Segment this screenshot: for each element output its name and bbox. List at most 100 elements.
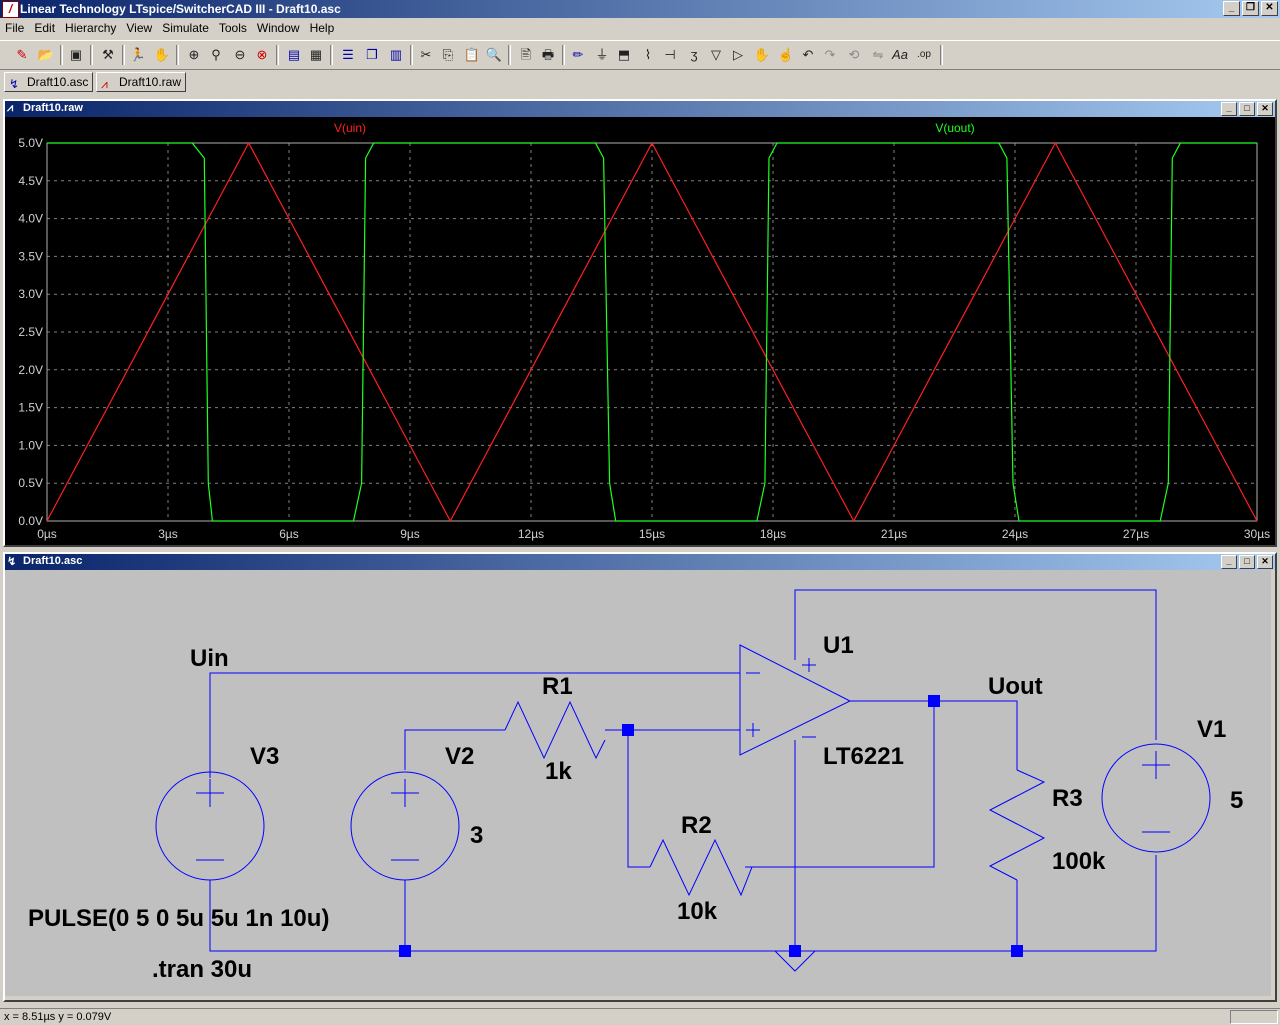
x-tick-label: 0µs bbox=[37, 527, 57, 541]
tab-schematic[interactable]: ↯ Draft10.asc bbox=[4, 72, 94, 92]
net-label-uin[interactable]: Uin bbox=[190, 645, 229, 672]
label-r3[interactable]: R3 bbox=[1052, 785, 1083, 812]
autorange-icon[interactable]: ▤ bbox=[284, 45, 304, 65]
open-folder-icon[interactable]: 📂 bbox=[36, 45, 56, 65]
redo-icon[interactable]: ↷ bbox=[820, 45, 840, 65]
x-tick-label: 9µs bbox=[400, 527, 420, 541]
ground-icon[interactable]: ⏚ bbox=[592, 45, 612, 65]
y-tick-label: 1.0V bbox=[18, 438, 43, 452]
value-u1[interactable]: LT6221 bbox=[823, 743, 904, 770]
inductor-icon[interactable]: ʒ bbox=[684, 45, 704, 65]
save-icon[interactable]: ▣ bbox=[66, 45, 86, 65]
spice-directive-icon[interactable]: .op bbox=[914, 45, 934, 65]
value-v3-pulse[interactable]: PULSE(0 5 0 5u 5u 1n 10u) bbox=[28, 905, 329, 932]
y-tick-label: 2.0V bbox=[18, 363, 43, 377]
value-r1[interactable]: 1k bbox=[545, 758, 572, 785]
label-v1[interactable]: V1 bbox=[1197, 716, 1226, 743]
capacitor-icon[interactable]: ⊣ bbox=[660, 45, 680, 65]
status-bar: x = 8.51µs y = 0.079V bbox=[0, 1008, 1280, 1025]
undo-icon[interactable]: ↶ bbox=[798, 45, 818, 65]
restore-button[interactable]: ❐ bbox=[1242, 1, 1259, 16]
value-r3[interactable]: 100k bbox=[1052, 848, 1106, 875]
label-v3[interactable]: V3 bbox=[250, 743, 279, 770]
tab-label: Draft10.raw bbox=[119, 75, 182, 89]
value-v1[interactable]: 5 bbox=[1230, 787, 1243, 814]
y-tick-label: 4.5V bbox=[18, 174, 43, 188]
menu-window[interactable]: Window bbox=[252, 20, 305, 36]
zoom-out-icon[interactable]: ⊖ bbox=[230, 45, 250, 65]
schematic-close-button[interactable]: ✕ bbox=[1257, 555, 1273, 569]
schematic-maximize-button[interactable]: □ bbox=[1239, 555, 1255, 569]
component-icon[interactable]: ▷ bbox=[728, 45, 748, 65]
net-label-uout[interactable]: Uout bbox=[988, 673, 1043, 700]
legend-series-vuout[interactable]: V(uout) bbox=[935, 121, 974, 135]
value-r2[interactable]: 10k bbox=[677, 898, 718, 925]
zoom-in-icon[interactable]: ⊕ bbox=[184, 45, 204, 65]
close-button[interactable]: ✕ bbox=[1261, 1, 1278, 16]
menu-view[interactable]: View bbox=[121, 20, 157, 36]
label-v2[interactable]: V2 bbox=[445, 743, 474, 770]
zoom-cancel-icon[interactable]: ⊗ bbox=[252, 45, 272, 65]
schematic-window: ↯ Draft10.asc _ □ ✕ Uin Uout V3 V2 3 R1 … bbox=[3, 552, 1277, 1002]
tile-vertical-icon[interactable]: ▥ bbox=[386, 45, 406, 65]
pan-hand-icon[interactable]: ✋ bbox=[152, 45, 172, 65]
rotate-icon[interactable]: ⟲ bbox=[844, 45, 864, 65]
menu-file[interactable]: File bbox=[0, 20, 29, 36]
plot-close-button[interactable]: ✕ bbox=[1257, 102, 1273, 116]
diode-icon[interactable]: ▽ bbox=[706, 45, 726, 65]
legend-series-vuin[interactable]: V(uin) bbox=[334, 121, 366, 135]
grid-icon[interactable]: ▦ bbox=[306, 45, 326, 65]
drag-hand-icon[interactable]: ☝ bbox=[776, 45, 796, 65]
text-icon[interactable]: Aa bbox=[890, 45, 910, 65]
paste-icon[interactable]: 📋 bbox=[462, 45, 482, 65]
menu-edit[interactable]: Edit bbox=[29, 20, 60, 36]
print-icon[interactable]: 🖶 bbox=[538, 45, 558, 65]
y-tick-label: 4.0V bbox=[18, 212, 43, 226]
value-v2[interactable]: 3 bbox=[470, 822, 483, 849]
y-tick-label: 3.5V bbox=[18, 249, 43, 263]
menu-simulate[interactable]: Simulate bbox=[157, 20, 214, 36]
zoom-pan-icon[interactable]: ⚲ bbox=[206, 45, 226, 65]
run-icon[interactable]: 🏃 bbox=[128, 45, 148, 65]
spice-directive-tran[interactable]: .tran 30u bbox=[152, 956, 252, 983]
waveform-plot[interactable]: 0.0V 0.5V 1.0V 1.5V 2.0V 2.5V 3.0V 3.5V 4.0V 4.5V… bbox=[5, 117, 1275, 545]
ltspice-app-icon[interactable]: / bbox=[2, 1, 19, 18]
cascade-icon[interactable]: ❐ bbox=[362, 45, 382, 65]
menu-help[interactable]: Help bbox=[305, 20, 340, 36]
app-title-bar: / Linear Technology LTspice/SwitcherCAD … bbox=[0, 0, 1280, 18]
control-panel-icon[interactable]: ⚒ bbox=[98, 45, 118, 65]
cut-icon[interactable]: ✂ bbox=[416, 45, 436, 65]
move-hand-icon[interactable]: ✋ bbox=[752, 45, 772, 65]
tile-horizontal-icon[interactable]: ☰ bbox=[338, 45, 358, 65]
x-tick-label: 12µs bbox=[518, 527, 544, 541]
menu-hierarchy[interactable]: Hierarchy bbox=[60, 20, 121, 36]
plot-window-title-bar: ⩘ Draft10.raw _ □ ✕ bbox=[5, 101, 1275, 117]
find-icon[interactable]: 🔍 bbox=[484, 45, 504, 65]
plot-window: ⩘ Draft10.raw _ □ ✕ 0.0V 0.5V 1.0V 1.5V 2.0V… bbox=[3, 99, 1277, 547]
x-tick-label: 15µs bbox=[639, 527, 665, 541]
menu-tools[interactable]: Tools bbox=[214, 20, 252, 36]
schematic-minimize-button[interactable]: _ bbox=[1221, 555, 1237, 569]
plot-maximize-button[interactable]: □ bbox=[1239, 102, 1255, 116]
print-preview-icon[interactable]: 🖹 bbox=[516, 45, 536, 65]
resistor-icon[interactable]: ⌇ bbox=[638, 45, 658, 65]
schematic-canvas[interactable]: Uin Uout V3 V2 3 R1 1k R2 10k R3 100k U1… bbox=[5, 570, 1271, 996]
menu-bar: File Edit Hierarchy View Simulate Tools Window… bbox=[0, 19, 1280, 37]
minimize-button[interactable]: _ bbox=[1223, 1, 1240, 16]
new-schematic-icon[interactable]: ✎ bbox=[12, 45, 32, 65]
draw-wire-icon[interactable]: ✏ bbox=[568, 45, 588, 65]
tab-waveform[interactable]: ⩘ Draft10.raw bbox=[96, 72, 187, 92]
label-r1[interactable]: R1 bbox=[542, 673, 573, 700]
status-panel bbox=[1230, 1010, 1278, 1024]
x-tick-label: 30µs bbox=[1244, 527, 1270, 541]
plot-minimize-button[interactable]: _ bbox=[1221, 102, 1237, 116]
schematic-window-title: Draft10.asc bbox=[23, 555, 83, 567]
y-tick-label: 3.0V bbox=[18, 287, 43, 301]
mirror-icon[interactable]: ⇋ bbox=[868, 45, 888, 65]
copy-icon[interactable]: ⎘ bbox=[438, 45, 458, 65]
label-r2[interactable]: R2 bbox=[681, 812, 712, 839]
schematic-icon: ↯ bbox=[9, 77, 20, 91]
label-u1[interactable]: U1 bbox=[823, 632, 854, 659]
y-tick-label: 0.5V bbox=[18, 476, 43, 490]
label-net-icon[interactable]: ⬒ bbox=[614, 45, 634, 65]
